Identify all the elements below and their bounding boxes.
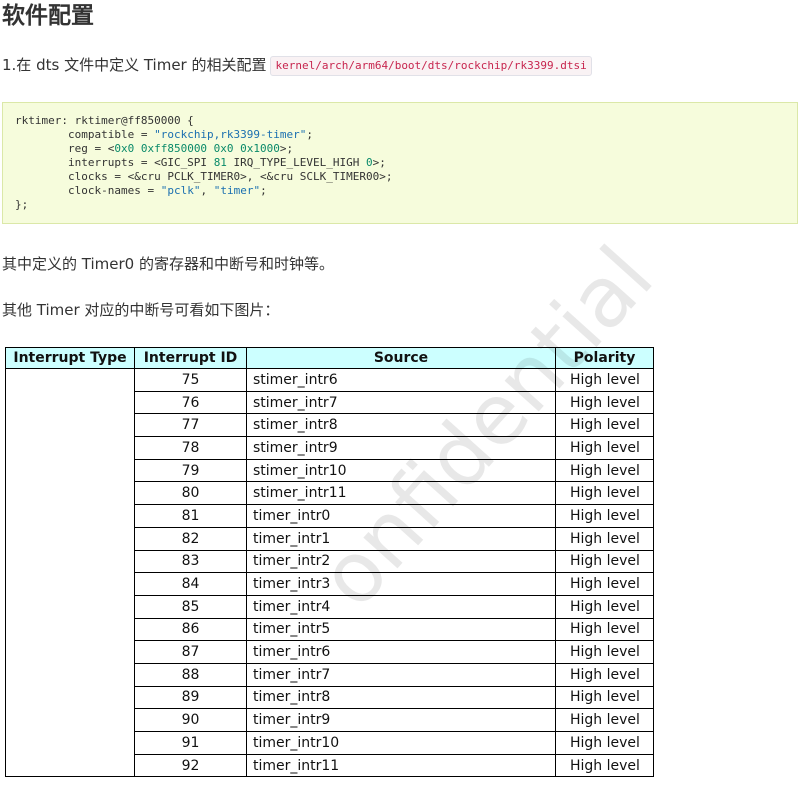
- source-cell: timer_intr4: [246, 594, 556, 619]
- table-row: 75 stimer_intr6 High level: [5, 367, 654, 778]
- source-cell: stimer_intr7: [246, 390, 556, 415]
- interrupt-id-cell: 88: [134, 662, 247, 687]
- interrupt-id-cell: 80: [134, 481, 247, 506]
- header-interrupt-id: Interrupt ID: [134, 347, 247, 369]
- source-cell: timer_intr10: [246, 731, 556, 755]
- header-polarity: Polarity: [555, 347, 654, 369]
- interrupt-id-cell: 77: [134, 413, 247, 438]
- header-source: Source: [246, 347, 556, 369]
- interrupt-id-cell: 91: [134, 731, 247, 755]
- polarity-cell: High level: [555, 458, 654, 483]
- source-cell: stimer_intr8: [246, 413, 556, 438]
- source-cell: stimer_intr10: [246, 458, 556, 483]
- interrupt-id-cell: 82: [134, 526, 247, 551]
- interrupt-id-cell: 79: [134, 458, 247, 483]
- source-cell: timer_intr11: [246, 753, 556, 778]
- polarity-cell: High level: [555, 549, 654, 574]
- interrupt-id-cell: 78: [134, 436, 247, 460]
- code-line-6: clock-names = "pclk", "timer";: [15, 184, 267, 197]
- dtsi-file-path: kernel/arch/arm64/boot/dts/rockchip/rk33…: [270, 56, 592, 76]
- interrupt-id-cell: 87: [134, 640, 247, 664]
- interrupt-id-cell: 76: [134, 390, 247, 415]
- header-interrupt-type: Interrupt Type: [5, 347, 135, 369]
- source-cell: stimer_intr9: [246, 436, 556, 460]
- interrupt-id-cell: 86: [134, 617, 247, 642]
- code-line-7: };: [15, 198, 29, 211]
- source-cell: timer_intr7: [246, 662, 556, 687]
- polarity-cell: High level: [555, 413, 654, 438]
- interrupt-id-cell: 89: [134, 685, 247, 710]
- polarity-cell: High level: [555, 640, 654, 664]
- polarity-cell: High level: [555, 731, 654, 755]
- polarity-cell: High level: [555, 504, 654, 528]
- section-heading: 软件配置: [2, 3, 94, 29]
- source-cell: timer_intr8: [246, 685, 556, 710]
- code-line-5: clocks = <&cru PCLK_TIMER0>, <&cru SCLK_…: [15, 170, 393, 183]
- source-cell: timer_intr0: [246, 504, 556, 528]
- source-cell: timer_intr6: [246, 640, 556, 664]
- document-page: 软件配置 1.在 dts 文件中定义 Timer 的相关配置 kernel/arc…: [0, 0, 800, 787]
- interrupt-id-cell: 83: [134, 549, 247, 574]
- source-cell: stimer_intr6: [246, 368, 556, 392]
- source-cell: timer_intr9: [246, 708, 556, 732]
- polarity-cell: High level: [555, 753, 654, 778]
- table-body: 75 stimer_intr6 High level 76 stimer_intr7 Hi…: [5, 367, 654, 778]
- polarity-cell: High level: [555, 481, 654, 506]
- interrupt-id-cell: 84: [134, 572, 247, 596]
- polarity-cell: High level: [555, 708, 654, 732]
- source-cell: stimer_intr11: [246, 481, 556, 506]
- source-cell: timer_intr3: [246, 572, 556, 596]
- polarity-cell: High level: [555, 436, 654, 460]
- source-cell: timer_intr2: [246, 549, 556, 574]
- polarity-cell: High level: [555, 526, 654, 551]
- polarity-cell: High level: [555, 662, 654, 687]
- interrupt-id-cell: 75: [134, 368, 247, 392]
- table-header-row: Interrupt Type Interrupt ID Source Polar…: [5, 347, 654, 369]
- code-line-1: rktimer: rktimer@ff850000 {: [15, 114, 194, 127]
- polarity-cell: High level: [555, 390, 654, 415]
- step-1-text: 1.在 dts 文件中定义 Timer 的相关配置: [2, 56, 267, 74]
- polarity-cell: High level: [555, 685, 654, 710]
- interrupt-table: Interrupt Type Interrupt ID Source Polar…: [5, 347, 654, 778]
- interrupt-id-cell: 92: [134, 753, 247, 778]
- polarity-cell: High level: [555, 617, 654, 642]
- source-cell: timer_intr5: [246, 617, 556, 642]
- step-1-line: 1.在 dts 文件中定义 Timer 的相关配置 kernel/arch/arm…: [2, 54, 592, 76]
- interrupt-id-cell: 81: [134, 504, 247, 528]
- polarity-cell: High level: [555, 368, 654, 392]
- code-line-2: compatible = "rockchip,rk3399-timer";: [15, 128, 314, 141]
- source-cell: timer_intr1: [246, 526, 556, 551]
- code-line-3: reg = <0x0 0xff850000 0x0 0x1000>;: [15, 142, 294, 155]
- dts-code-block: rktimer: rktimer@ff850000 { compatible =…: [2, 102, 798, 224]
- code-line-4: interrupts = <GIC_SPI 81 IRQ_TYPE_LEVEL_…: [15, 156, 386, 169]
- polarity-cell: High level: [555, 594, 654, 619]
- interrupt-id-cell: 90: [134, 708, 247, 732]
- polarity-cell: High level: [555, 572, 654, 596]
- interrupt-type-cell: [5, 367, 135, 778]
- timer0-description: 其中定义的 Timer0 的寄存器和中断号和时钟等。: [2, 255, 334, 273]
- other-timers-intro: 其他 Timer 对应的中断号可看如下图片：: [2, 301, 280, 319]
- interrupt-id-cell: 85: [134, 594, 247, 619]
